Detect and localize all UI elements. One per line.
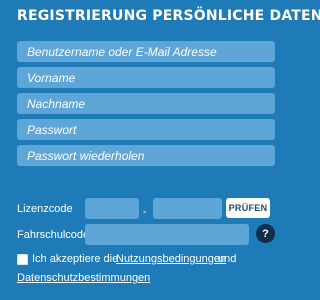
terms-checkbox[interactable] <box>17 254 28 265</box>
license-code-part1-input[interactable] <box>85 198 139 219</box>
terms-prefix-text: Ich akzeptiere die <box>32 253 119 265</box>
first-name-input[interactable] <box>17 67 275 88</box>
license-code-part2-input[interactable] <box>153 198 222 219</box>
password-repeat-input[interactable] <box>17 145 275 166</box>
privacy-link[interactable]: Datenschutzbestimmungen <box>17 272 150 284</box>
terms-link[interactable]: Nutzungsbedingungen <box>116 253 226 265</box>
check-license-button[interactable]: PRÜFEN <box>226 198 270 218</box>
help-icon[interactable]: ? <box>256 224 275 243</box>
school-code-label: Fahrschulcode <box>17 229 90 241</box>
school-code-input[interactable] <box>85 224 249 245</box>
last-name-input[interactable] <box>17 93 275 114</box>
page-title: REGISTRIERUNG PERSÖNLICHE DATEN <box>17 8 320 24</box>
terms-conjunction-text: und <box>218 253 237 265</box>
password-input[interactable] <box>17 119 275 140</box>
license-code-separator: - <box>143 206 147 218</box>
username-email-input[interactable] <box>17 41 275 62</box>
license-code-label: Lizenzcode <box>17 203 73 215</box>
